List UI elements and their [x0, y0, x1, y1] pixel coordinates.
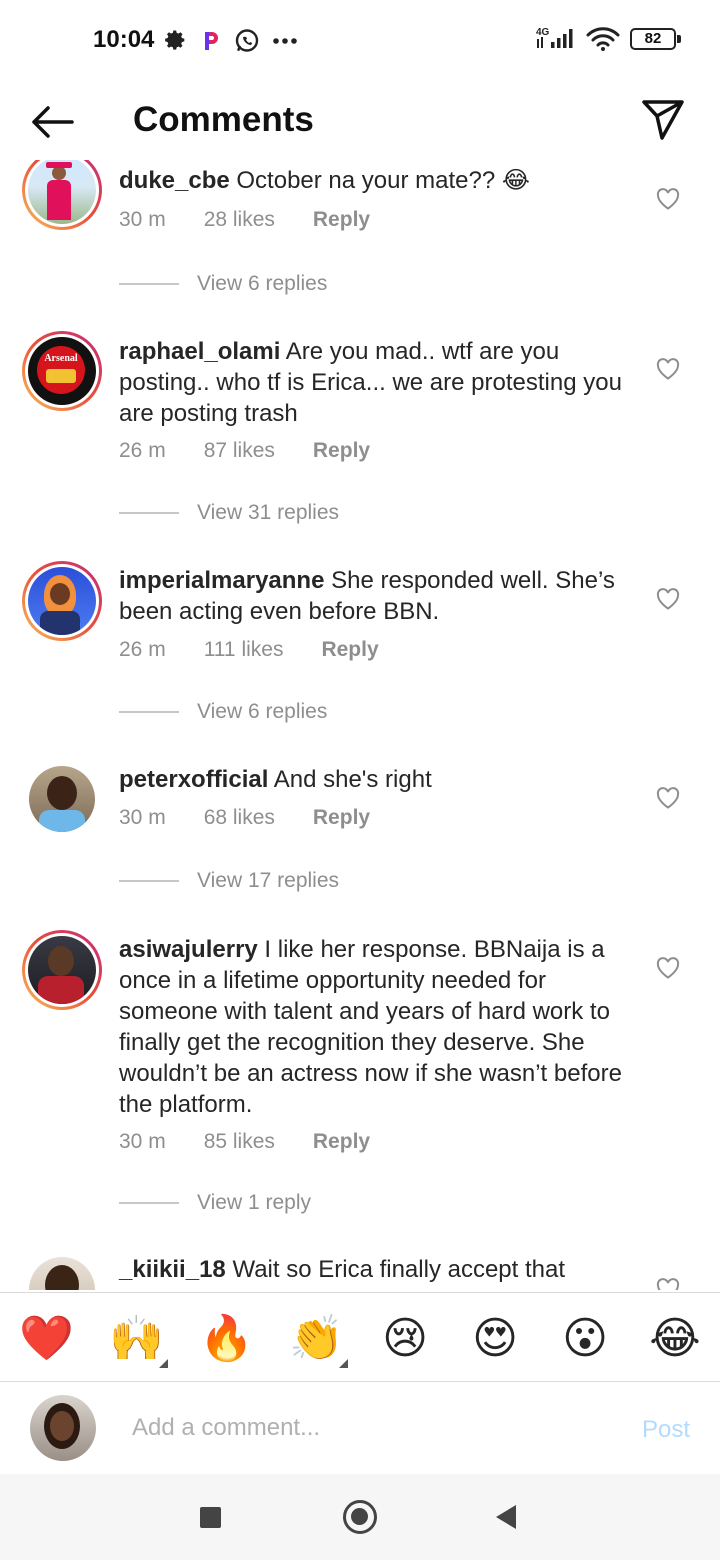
comment-input[interactable] — [132, 1410, 602, 1446]
view-replies-label: View 17 replies — [197, 869, 340, 892]
emoji-bar: ❤️ 🙌 🔥 👏 😢 😍 😮 😂 — [0, 1292, 720, 1382]
comment-body: And she's right — [273, 766, 432, 793]
comment-time: 26 m — [119, 638, 166, 661]
avatar[interactable] — [29, 766, 95, 832]
comment-text: _kiikii_18 Wait so Erica finally accept … — [119, 1254, 639, 1285]
comment-username[interactable]: duke_cbe — [119, 167, 230, 194]
back-icon[interactable] — [496, 1505, 516, 1529]
status-time: 10:04 — [93, 26, 155, 53]
add-comment-bar: Post — [0, 1382, 720, 1474]
heart-icon[interactable] — [656, 188, 680, 210]
reply-button[interactable]: Reply — [313, 1130, 370, 1154]
comment-body: October na your mate?? 😂 — [236, 167, 530, 194]
heart-icon[interactable] — [656, 957, 680, 979]
comment-meta: 30 m 28 likes Reply — [119, 208, 408, 232]
avatar[interactable]: Arsenal — [22, 331, 102, 411]
status-icons-right: 4G 82 — [534, 26, 681, 52]
comment-body: Wait so Erica finally accept that — [232, 1256, 566, 1283]
heart-icon[interactable] — [656, 358, 680, 380]
reply-button[interactable]: Reply — [321, 638, 378, 662]
post-button[interactable]: Post — [642, 1416, 690, 1444]
emoji-raised-hands[interactable]: 🙌 — [109, 1313, 164, 1365]
whatsapp-icon — [235, 29, 259, 52]
system-nav-bar — [0, 1474, 720, 1560]
comment-text: raphael_olami Are you mad.. wtf are you … — [119, 336, 639, 429]
arrow-left-icon — [32, 106, 74, 138]
battery-icon: 82 — [630, 28, 681, 50]
more-dots-icon — [273, 38, 297, 44]
comment-likes[interactable]: 85 likes — [204, 1130, 275, 1154]
comment-text: duke_cbe October na your mate?? 😂 — [119, 165, 639, 196]
skin-tone-indicator — [159, 1359, 168, 1368]
comment-username[interactable]: raphael_olami — [119, 338, 280, 365]
comment-text: imperialmaryanne She responded well. She… — [119, 565, 639, 627]
current-user-avatar — [30, 1395, 96, 1461]
view-replies-button[interactable]: View 31 replies — [119, 501, 339, 525]
view-replies-label: View 6 replies — [197, 272, 328, 295]
reply-button[interactable]: Reply — [313, 439, 370, 463]
wifi-icon — [586, 27, 620, 51]
emoji-crying[interactable]: 😢 — [379, 1313, 431, 1365]
comment-text: asiwajulerry I like her response. BBNaij… — [119, 934, 639, 1120]
comment-username[interactable]: _kiikii_18 — [119, 1256, 226, 1283]
signal-icon: 4G — [536, 27, 573, 48]
emoji-surprised[interactable]: 😮 — [559, 1313, 611, 1365]
paper-plane-icon — [642, 100, 684, 140]
comment-meta: 30 m 85 likes Reply — [119, 1130, 408, 1154]
avatar[interactable] — [22, 561, 102, 641]
emoji-fire[interactable]: 🔥 — [199, 1313, 254, 1365]
view-replies-button[interactable]: View 17 replies — [119, 869, 339, 893]
comment-likes[interactable]: 87 likes — [204, 439, 275, 463]
avatar[interactable] — [29, 1257, 95, 1290]
avatar[interactable] — [22, 930, 102, 1010]
header: Comments — [0, 84, 720, 160]
heart-icon[interactable] — [656, 1278, 680, 1290]
emoji-clap[interactable]: 👏 — [289, 1313, 344, 1365]
comment-username[interactable]: peterxofficial — [119, 766, 268, 793]
share-button[interactable] — [640, 96, 686, 142]
back-button[interactable] — [28, 102, 76, 142]
comment-meta: 26 m 111 likes Reply — [119, 638, 417, 662]
comment-time: 26 m — [119, 439, 166, 462]
network-label: 4G — [536, 27, 550, 38]
reply-button[interactable]: Reply — [313, 806, 370, 830]
emoji-heart[interactable]: ❤️ — [19, 1313, 74, 1365]
comment-time: 30 m — [119, 806, 166, 829]
comments-list[interactable]: duke_cbe October na your mate?? 😂 30 m 2… — [0, 160, 720, 1290]
avatar[interactable] — [22, 160, 102, 230]
comment-time: 30 m — [119, 1130, 166, 1153]
comment-username[interactable]: asiwajulerry — [119, 936, 258, 963]
arsenal-badge-label: Arsenal — [44, 353, 78, 364]
home-icon[interactable] — [343, 1500, 377, 1534]
view-replies-label: View 1 reply — [197, 1191, 312, 1214]
comment-meta: 26 m 87 likes Reply — [119, 439, 408, 463]
emoji-laughing[interactable]: 😂 — [649, 1313, 701, 1365]
view-replies-label: View 6 replies — [197, 700, 328, 723]
heart-icon[interactable] — [656, 588, 680, 610]
comment-time: 30 m — [119, 208, 166, 231]
emoji-heart-eyes[interactable]: 😍 — [469, 1313, 521, 1365]
heart-icon[interactable] — [656, 787, 680, 809]
reply-button[interactable]: Reply — [313, 208, 370, 232]
skin-tone-indicator — [339, 1359, 348, 1368]
p-app-icon — [205, 32, 218, 50]
comment-likes[interactable]: 68 likes — [204, 806, 275, 830]
comment-likes[interactable]: 111 likes — [204, 638, 284, 662]
recent-apps-icon[interactable] — [200, 1507, 221, 1528]
view-replies-label: View 31 replies — [197, 501, 340, 524]
view-replies-button[interactable]: View 6 replies — [119, 700, 327, 724]
status-bar: 10:04 4G 82 — [0, 0, 720, 84]
view-replies-button[interactable]: View 1 reply — [119, 1191, 311, 1215]
comment-username[interactable]: imperialmaryanne — [119, 567, 324, 594]
status-icons-left — [164, 28, 298, 54]
comment-body: I like her response. BBNaija is a once i… — [119, 936, 622, 1118]
gear-icon — [165, 30, 185, 50]
view-replies-button[interactable]: View 6 replies — [119, 272, 327, 296]
page-title: Comments — [133, 100, 314, 139]
comment-meta: 30 m 68 likes Reply — [119, 806, 408, 830]
comment-likes[interactable]: 28 likes — [204, 208, 275, 232]
comment-text: peterxofficial And she's right — [119, 764, 639, 795]
